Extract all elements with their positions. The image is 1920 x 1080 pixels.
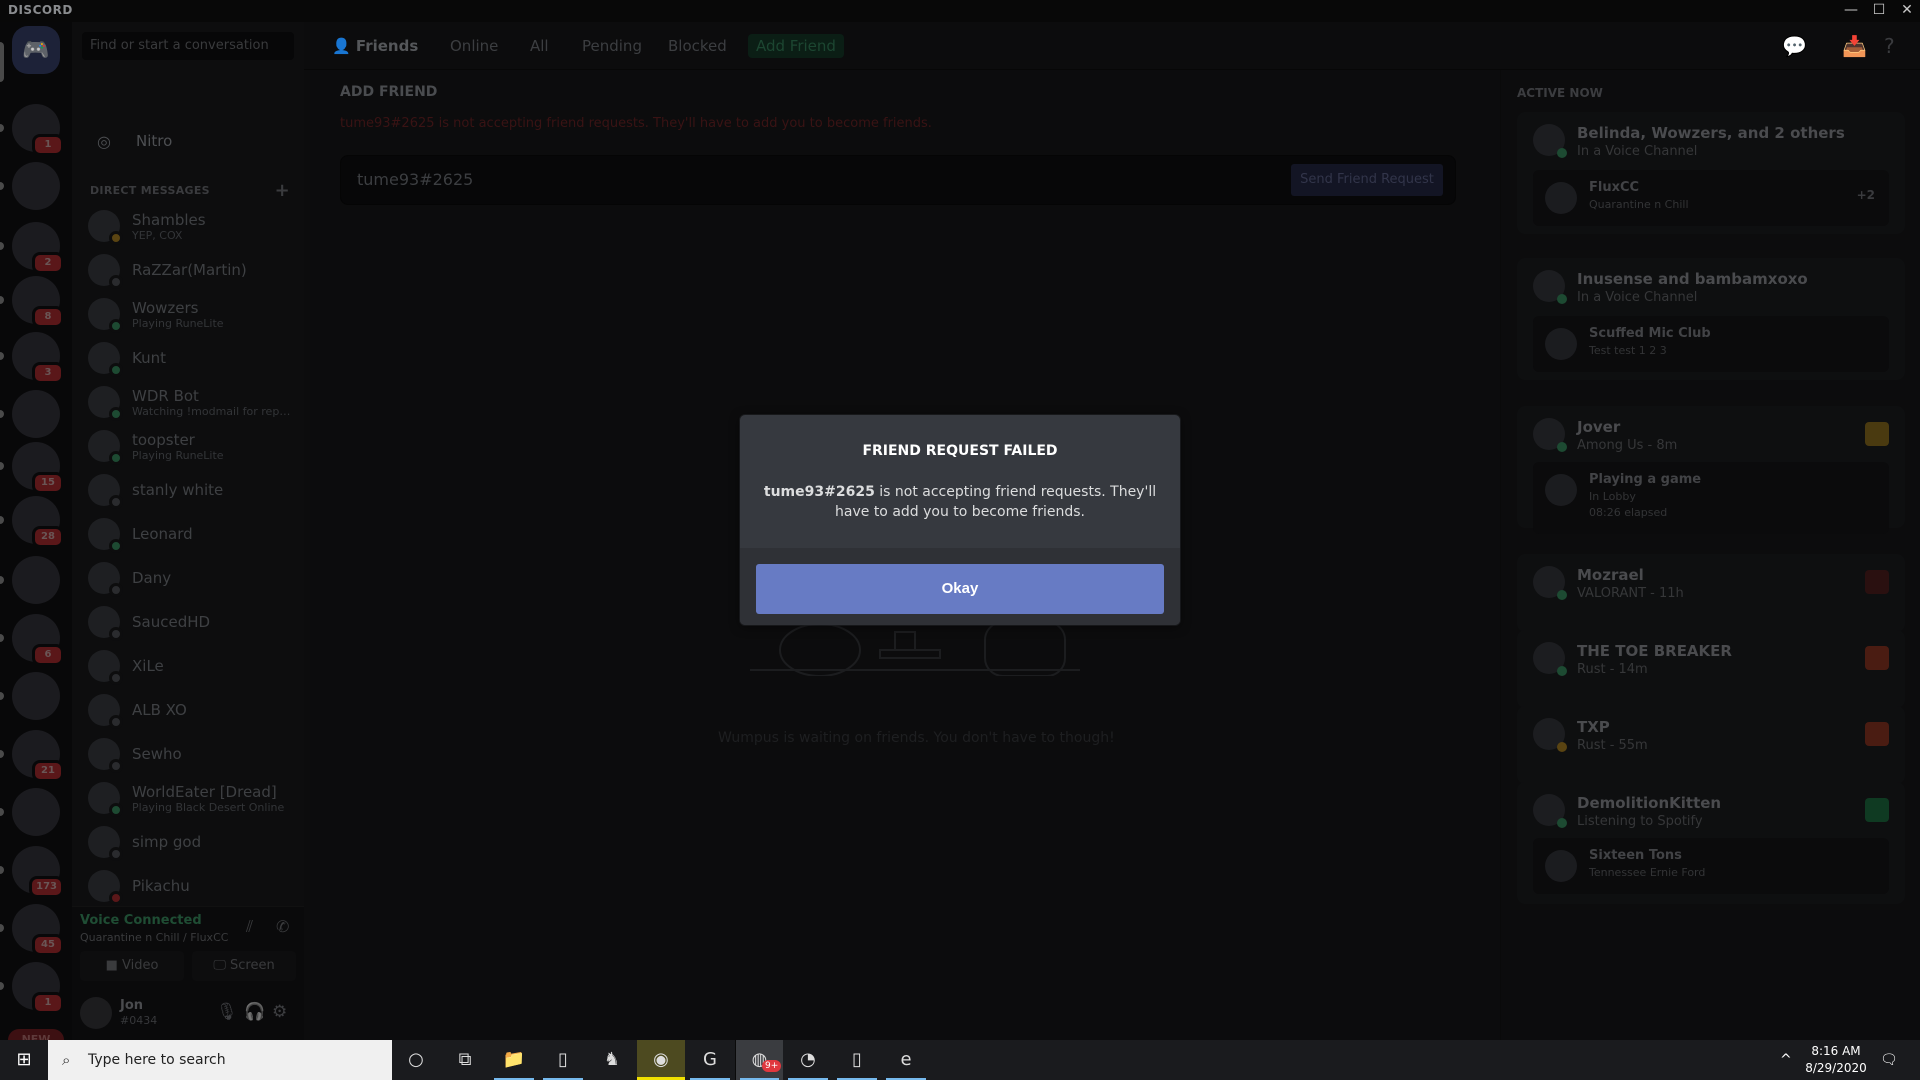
- cortana-icon: ○: [408, 1049, 424, 1070]
- taskbar-logitech-button[interactable]: G: [686, 1040, 734, 1080]
- friend-request-failed-modal: FRIEND REQUEST FAILED tume93#2625 is not…: [740, 415, 1180, 625]
- modal-title: FRIEND REQUEST FAILED: [862, 443, 1058, 459]
- notepad-icon: ▯: [558, 1049, 568, 1070]
- taskbar-clock[interactable]: 8:16 AM 8/29/2020: [1796, 1043, 1876, 1077]
- okay-button[interactable]: Okay: [756, 564, 1164, 614]
- taskbar-file-explorer-button[interactable]: 📁: [490, 1040, 538, 1080]
- discord-notification-badge: 9+: [762, 1060, 782, 1072]
- modal-message-text: is not accepting friend requests. They'l…: [835, 484, 1157, 520]
- logitech-icon: G: [703, 1049, 717, 1070]
- clock-time: 8:16 AM: [1811, 1044, 1861, 1058]
- steam-icon: ◉: [653, 1049, 669, 1070]
- taskbar-discord-button[interactable]: ◍ 9+: [735, 1040, 783, 1080]
- taskbar-task-view-button[interactable]: ⧉: [441, 1040, 489, 1080]
- taskbar-cortana-button[interactable]: ○: [392, 1040, 440, 1080]
- windows-taskbar: ⊞ ⌕ Type here to search ○ ⧉ 📁 ▯ ♞ ◉ G ◍ 9+ ◔ ▯ e ^ …: [0, 1040, 1920, 1080]
- modal-footer: Okay: [740, 548, 1180, 625]
- action-center-icon[interactable]: 🗨: [1880, 1040, 1898, 1080]
- modal-backdrop[interactable]: FRIEND REQUEST FAILED tume93#2625 is not…: [0, 0, 1920, 1040]
- modal-username: tume93#2625: [763, 484, 875, 500]
- taskbar-search[interactable]: ⌕ Type here to search: [48, 1040, 392, 1080]
- taskbar-file-button[interactable]: ▯: [833, 1040, 881, 1080]
- game-icon: ♞: [603, 1049, 621, 1070]
- start-button[interactable]: ⊞: [0, 1040, 48, 1080]
- file-explorer-icon: 📁: [502, 1049, 526, 1070]
- edge-icon: e: [900, 1049, 912, 1070]
- clock-date: 8/29/2020: [1805, 1061, 1867, 1075]
- taskbar-edge-button[interactable]: e: [882, 1040, 930, 1080]
- tray-chevron-icon[interactable]: ^: [1780, 1040, 1792, 1080]
- taskbar-chrome-button[interactable]: ◔: [784, 1040, 832, 1080]
- taskbar-steam-button[interactable]: ◉: [637, 1040, 685, 1080]
- windows-logo-icon: ⊞: [16, 1049, 32, 1070]
- task-view-icon: ⧉: [458, 1049, 472, 1070]
- discord-app: DISCORD — ☐ ✕ 🎮 12831528621173451 NEW Fi…: [0, 0, 1920, 1051]
- search-icon: ⌕: [62, 1051, 71, 1069]
- taskbar-game-button[interactable]: ♞: [588, 1040, 636, 1080]
- taskbar-notepad-button[interactable]: ▯: [539, 1040, 587, 1080]
- chrome-icon: ◔: [800, 1049, 816, 1070]
- modal-message: tume93#2625 is not accepting friend requ…: [760, 482, 1160, 522]
- file-icon: ▯: [852, 1049, 862, 1070]
- taskbar-search-placeholder: Type here to search: [88, 1052, 226, 1068]
